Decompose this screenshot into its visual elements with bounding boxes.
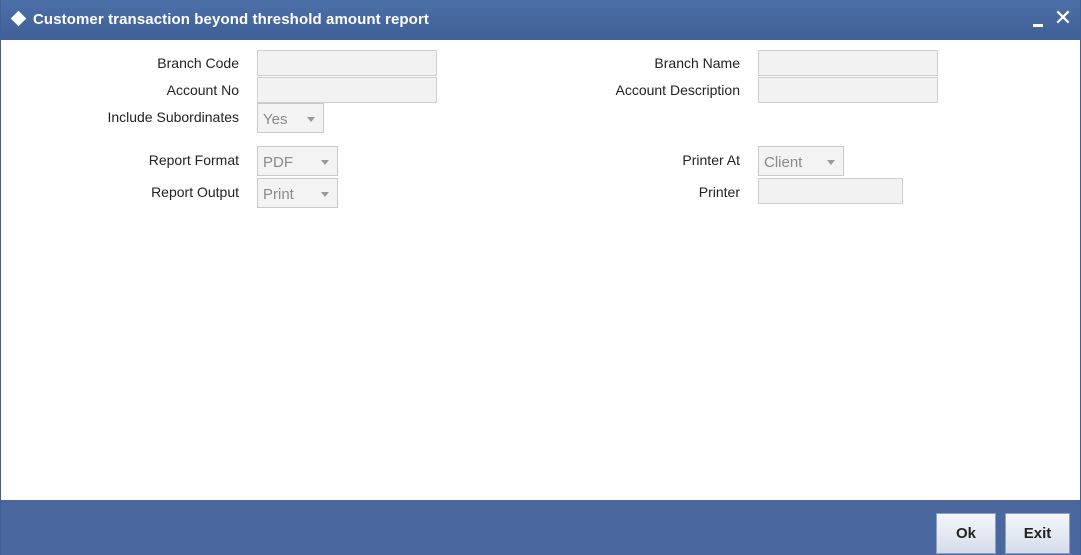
include-subordinates-value: Yes bbox=[263, 111, 288, 128]
branch-name-field[interactable] bbox=[758, 50, 938, 76]
report-output-label: Report Output bbox=[151, 184, 239, 200]
branch-code-label: Branch Code bbox=[157, 55, 239, 71]
minimize-button[interactable] bbox=[1029, 7, 1047, 29]
printer-at-label: Printer At bbox=[682, 152, 740, 168]
printer-at-select[interactable]: Client bbox=[758, 146, 844, 176]
window-title: Customer transaction beyond threshold am… bbox=[33, 11, 429, 28]
diamond-icon bbox=[10, 10, 27, 27]
include-subordinates-select[interactable]: Yes bbox=[257, 103, 324, 133]
report-format-label: Report Format bbox=[148, 152, 239, 168]
branch-code-field[interactable] bbox=[257, 50, 437, 76]
title-bar: Customer transaction beyond threshold am… bbox=[1, 0, 1080, 40]
account-description-label: Account Description bbox=[615, 82, 740, 98]
report-format-select[interactable]: PDF bbox=[257, 146, 338, 176]
chevron-down-icon bbox=[307, 117, 315, 122]
chevron-down-icon bbox=[827, 160, 835, 165]
printer-label: Printer bbox=[698, 184, 740, 200]
report-output-select[interactable]: Print bbox=[257, 178, 338, 208]
chevron-down-icon bbox=[321, 192, 329, 197]
chevron-down-icon bbox=[321, 160, 329, 165]
branch-name-label: Branch Name bbox=[654, 55, 740, 71]
include-subordinates-label: Include Subordinates bbox=[107, 109, 239, 125]
account-no-field[interactable] bbox=[257, 77, 437, 103]
report-output-value: Print bbox=[263, 186, 294, 203]
report-format-value: PDF bbox=[263, 154, 293, 171]
close-button[interactable]: ✕ bbox=[1052, 6, 1074, 30]
ok-button[interactable]: Ok bbox=[936, 513, 996, 554]
report-window: Customer transaction beyond threshold am… bbox=[0, 0, 1081, 555]
exit-button[interactable]: Exit bbox=[1005, 513, 1070, 554]
account-no-label: Account No bbox=[166, 82, 239, 98]
printer-at-value: Client bbox=[764, 154, 803, 171]
footer-bar: Ok Exit bbox=[1, 500, 1080, 555]
account-description-field[interactable] bbox=[758, 77, 938, 103]
printer-field[interactable] bbox=[758, 178, 903, 204]
